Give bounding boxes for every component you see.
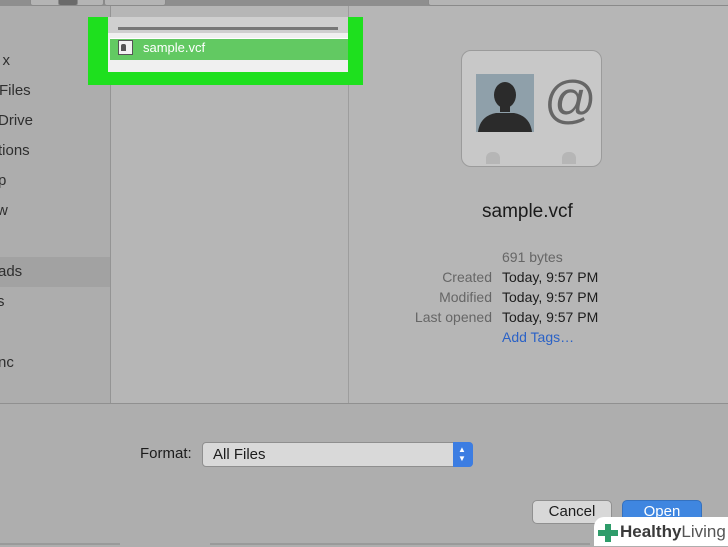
- created-value: Today, 9:57 PM: [502, 269, 599, 285]
- sidebar-item[interactable]: tions: [0, 142, 30, 159]
- divider: [0, 543, 120, 545]
- file-name: sample.vcf: [143, 40, 206, 55]
- sidebar-item[interactable]: w: [0, 202, 8, 219]
- sidebar-item[interactable]: p: [0, 172, 6, 189]
- card-notch: [486, 152, 500, 164]
- sidebar-item[interactable]: x: [3, 52, 11, 69]
- sidebar-item-selected[interactable]: ads: [0, 257, 110, 287]
- file-row-previous-text: [118, 27, 338, 30]
- chevron-updown-icon[interactable]: ▲ ▼: [453, 442, 473, 467]
- file-row-previous[interactable]: [108, 17, 348, 33]
- file-size: 691 bytes: [502, 249, 563, 265]
- card-notch: [562, 152, 576, 164]
- add-tags-link[interactable]: Add Tags…: [502, 329, 574, 345]
- watermark-bold: Healthy: [620, 522, 682, 541]
- sidebar-item[interactable]: s: [0, 293, 5, 310]
- at-sign-icon: @: [544, 71, 597, 129]
- preview-file-name: sample.vcf: [482, 201, 573, 222]
- last-opened-value: Today, 9:57 PM: [502, 309, 599, 325]
- cross-logo-icon: [598, 524, 618, 542]
- watermark-thin: Living: [681, 522, 726, 541]
- person-silhouette-icon: [476, 74, 534, 132]
- sidebar-item[interactable]: nc: [0, 354, 14, 371]
- modified-label: Modified: [439, 289, 492, 305]
- sidebar-item[interactable]: Drive: [0, 112, 33, 129]
- created-label: Created: [442, 269, 492, 285]
- format-select-value: All Files: [213, 446, 266, 463]
- sidebar-item[interactable]: Files: [0, 82, 31, 99]
- modified-value: Today, 9:57 PM: [502, 289, 599, 305]
- sidebar-item-label: ads: [0, 263, 23, 280]
- watermark-text: HealthyLiving: [620, 522, 726, 542]
- format-label: Format:: [140, 445, 192, 462]
- vcard-file-icon: [118, 40, 133, 55]
- divider: [210, 543, 590, 545]
- last-opened-label: Last opened: [414, 309, 492, 325]
